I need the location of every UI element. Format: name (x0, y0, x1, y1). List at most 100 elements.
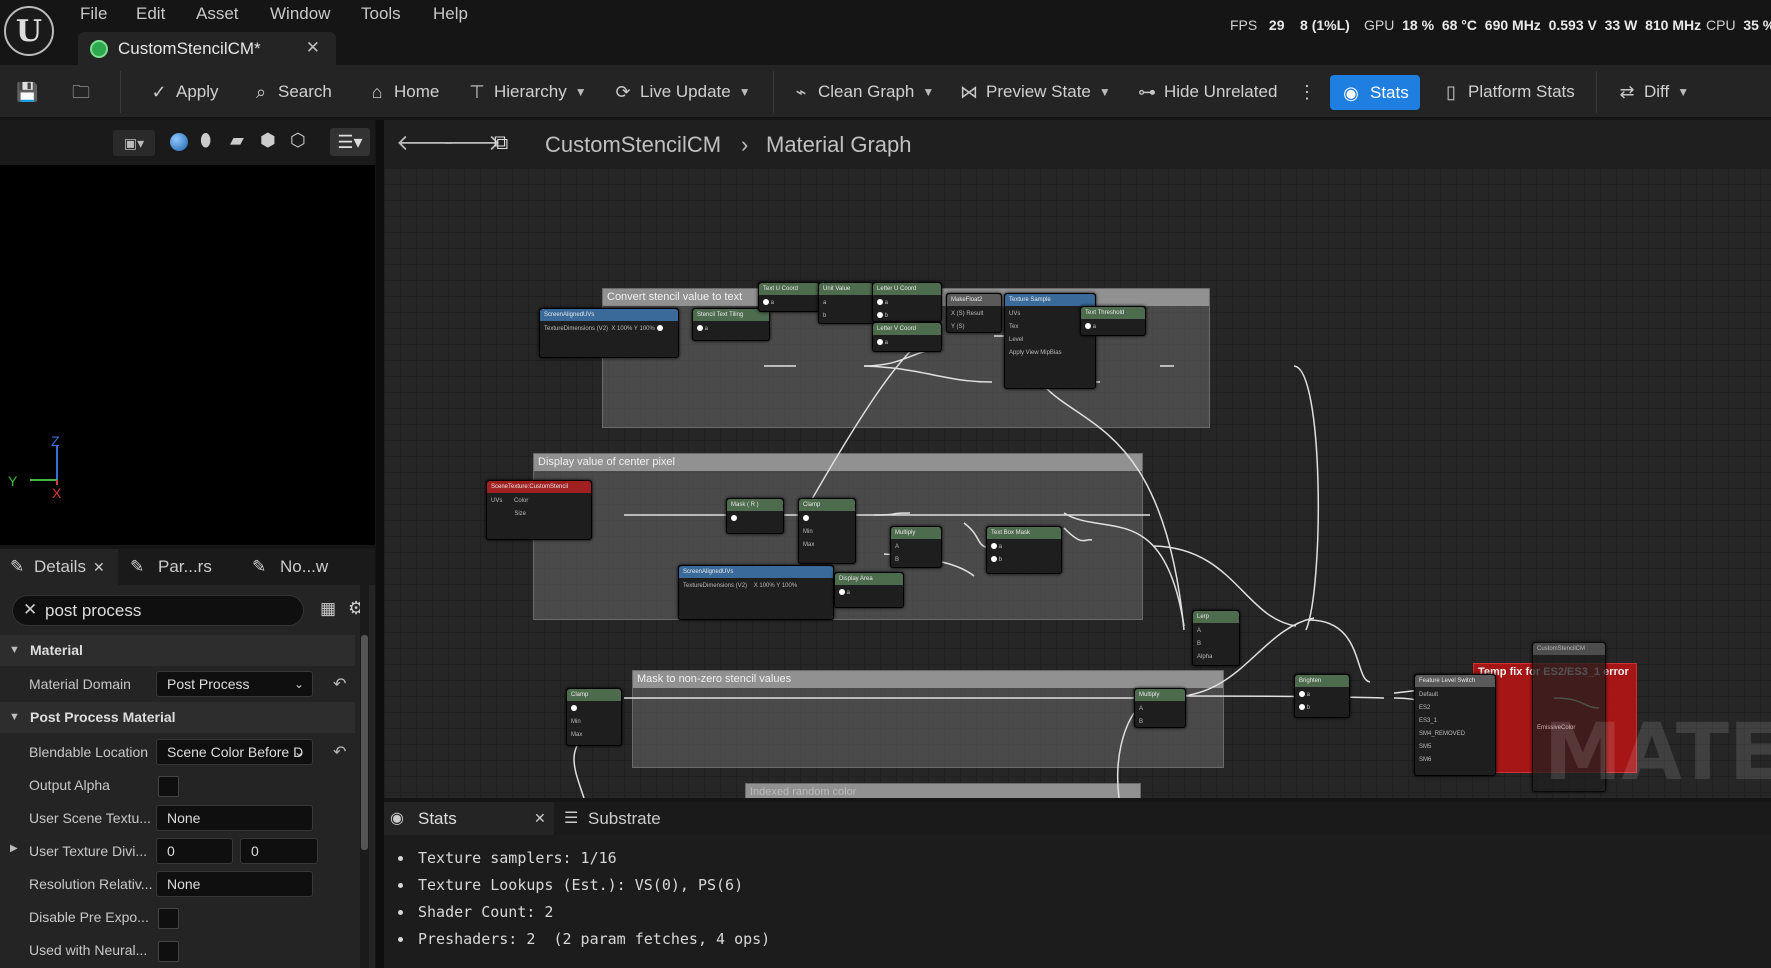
node-lerp[interactable]: Lerp A B Alpha (1192, 610, 1240, 666)
node-title: Multiply (1135, 689, 1185, 701)
node-title: Clamp (799, 499, 855, 511)
node-multiply-1[interactable]: Multiply A B (890, 526, 942, 568)
search-button[interactable]: ⌕ Search (250, 75, 332, 108)
node-mask-r[interactable]: Mask ( R ) (726, 498, 784, 534)
tab-substrate[interactable]: ☰ Substrate (560, 802, 690, 835)
reset-arrow-icon[interactable]: ↶ (333, 674, 346, 694)
logo-letter: U (15, 13, 43, 49)
more-options-button[interactable]: ⋮ (1296, 75, 1318, 108)
preview-cylinder-icon[interactable]: ⬮ (200, 130, 211, 151)
prop-label: Disable Pre Expo... (29, 909, 149, 925)
node-unit-value[interactable]: Unit Value a b (818, 282, 874, 324)
menu-window[interactable]: Window (270, 4, 330, 24)
dropdown-value: Scene Color Before D (167, 744, 304, 760)
material-preview-viewport[interactable]: Z Y X (0, 165, 375, 545)
apply-button[interactable]: ✓ Apply (148, 75, 218, 108)
browse-button[interactable]: 🗀 (70, 75, 92, 108)
node-text-threshold[interactable]: Text Threshold a (1080, 306, 1146, 336)
pencil-icon: ✎ (252, 557, 267, 576)
material-graph-canvas[interactable]: Convert stencil value to text Display va… (384, 168, 1771, 798)
node-clamp-2[interactable]: Clamp Min Max (566, 688, 622, 746)
menu-file[interactable]: File (80, 4, 107, 24)
resolution-relative-field[interactable]: None (156, 871, 313, 897)
node-clamp-1[interactable]: Clamp Min Max (798, 498, 856, 564)
tab-node-preview[interactable]: ✎ No...w (246, 549, 364, 585)
stat-line: Texture samplers: 1/16 (418, 849, 617, 867)
breadcrumb-asset[interactable]: CustomStencilCM (545, 132, 721, 158)
node-brighten[interactable]: Brighten a b (1294, 674, 1350, 718)
node-scene-texture[interactable]: SceneTexture:CustomStencil UVs Color Size (486, 480, 592, 540)
tab-parameters[interactable]: ✎ Par...rs (124, 549, 242, 585)
node-text-u-coord[interactable]: Text U Coord a (758, 282, 820, 312)
panel-splitter[interactable] (376, 120, 384, 968)
node-makefloat2[interactable]: MakeFloat2 X (S) Result Y (S) (946, 293, 1002, 333)
user-scene-texture-field[interactable]: None (156, 805, 313, 831)
details-search-input[interactable] (45, 599, 295, 623)
details-scrollbar[interactable] (360, 585, 369, 968)
axis-y-label: Y (8, 473, 18, 489)
disable-pre-exposure-checkbox[interactable] (158, 908, 179, 929)
platform-stats-button[interactable]: ▯ Platform Stats (1440, 75, 1575, 108)
node-display-area[interactable]: Display Area a (834, 572, 904, 608)
save-button[interactable]: 💾 (16, 75, 38, 108)
fps-label: FPS (1230, 17, 1258, 33)
hierarchy-button[interactable]: ⊤ Hierarchy ▼ (466, 75, 586, 108)
table-view-icon[interactable]: ▦ (320, 599, 336, 619)
viewport-options-button[interactable]: ▣▾ (113, 130, 155, 156)
prop-material-domain: Material Domain Post Process ⌄ ↶ (0, 667, 355, 701)
home-label: Home (394, 81, 440, 101)
reset-arrow-icon[interactable]: ↶ (333, 742, 346, 762)
node-letter-u-coord[interactable]: Letter U Coord a b (872, 282, 942, 322)
node-title: Feature Level Switch (1415, 675, 1495, 687)
hide-unrelated-button[interactable]: ⊶ Hide Unrelated (1136, 75, 1277, 108)
hamburger-menu-icon[interactable]: ☰▾ (330, 128, 370, 156)
preview-state-button[interactable]: ⋈ Preview State ▼ (958, 75, 1111, 108)
menu-edit[interactable]: Edit (136, 4, 165, 24)
material-domain-dropdown[interactable]: Post Process ⌄ (156, 671, 313, 697)
diff-button[interactable]: ⇄ Diff ▼ (1616, 75, 1689, 108)
preview-mesh-icon[interactable]: ⬡ (290, 130, 306, 151)
blendable-location-dropdown[interactable]: Scene Color Before D ⌄ (156, 739, 313, 765)
output-alpha-checkbox[interactable] (158, 776, 179, 797)
node-screen-uvs[interactable]: ScreenAlignedUVs TextureDimensions (V2) X… (539, 308, 679, 358)
node-title: Text Box Mask (987, 527, 1061, 539)
close-icon[interactable]: ✕ (306, 38, 320, 58)
used-with-neural-checkbox[interactable] (158, 941, 179, 962)
prop-label: User Texture Divi... (29, 843, 147, 859)
preview-plane-icon[interactable]: ▰ (230, 130, 244, 151)
clean-graph-button[interactable]: ⌁ Clean Graph ▼ (790, 75, 935, 108)
preview-sphere-icon[interactable] (170, 133, 188, 151)
node-text-box-mask[interactable]: Text Box Mask a b (986, 526, 1062, 574)
menu-help[interactable]: Help (433, 4, 468, 24)
stats-icon: ◉ (1343, 82, 1359, 103)
preview-cube-icon[interactable]: ⬢ (260, 130, 276, 151)
clear-search-icon[interactable]: ✕ (23, 600, 37, 620)
scrollbar-thumb[interactable] (361, 635, 368, 850)
tab-details[interactable]: ✎ Details ✕ (0, 549, 118, 585)
node-screen-uvs-2[interactable]: ScreenAlignedUVs TextureDimensions (V2) X… (678, 565, 834, 620)
close-icon[interactable]: ✕ (93, 559, 105, 576)
diff-label: Diff (1644, 81, 1670, 101)
forward-arrow-icon[interactable]: 🡒 (442, 130, 501, 156)
details-search[interactable]: ✕ (12, 595, 304, 626)
live-update-button[interactable]: ⟳ Live Update ▼ (612, 75, 750, 108)
node-title: ScreenAlignedUVs (540, 309, 678, 321)
node-feature-level-switch[interactable]: Feature Level Switch Default ES2 ES3_1 SM4_R… (1414, 674, 1496, 776)
close-icon[interactable]: ✕ (534, 810, 546, 827)
node-stencil-tiling[interactable]: Stencil Text Tiling a (692, 308, 770, 341)
node-multiply-2[interactable]: Multiply A B (1134, 688, 1186, 728)
menu-asset[interactable]: Asset (196, 4, 239, 24)
menu-tools[interactable]: Tools (361, 4, 401, 24)
unreal-logo-icon[interactable]: U (4, 6, 54, 56)
category-material[interactable]: ▼ Material (0, 635, 355, 666)
document-tab[interactable]: CustomStencilCM* ✕ (78, 32, 336, 65)
expand-triangle-icon[interactable]: ▶ (10, 843, 18, 854)
node-letter-v-coord[interactable]: Letter V Coord a (872, 322, 942, 352)
user-texture-divisor-x[interactable]: 0 (156, 838, 233, 864)
home-button[interactable]: ⌂ Home (366, 75, 440, 108)
platform-stats-label: Platform Stats (1468, 81, 1575, 101)
category-post-process-material[interactable]: ▼ Post Process Material (0, 702, 355, 733)
stats-button[interactable]: ◉ Stats (1330, 75, 1420, 110)
user-texture-divisor-y[interactable]: 0 (240, 838, 318, 864)
tab-stats[interactable]: ◉ Stats ✕ (384, 802, 554, 835)
